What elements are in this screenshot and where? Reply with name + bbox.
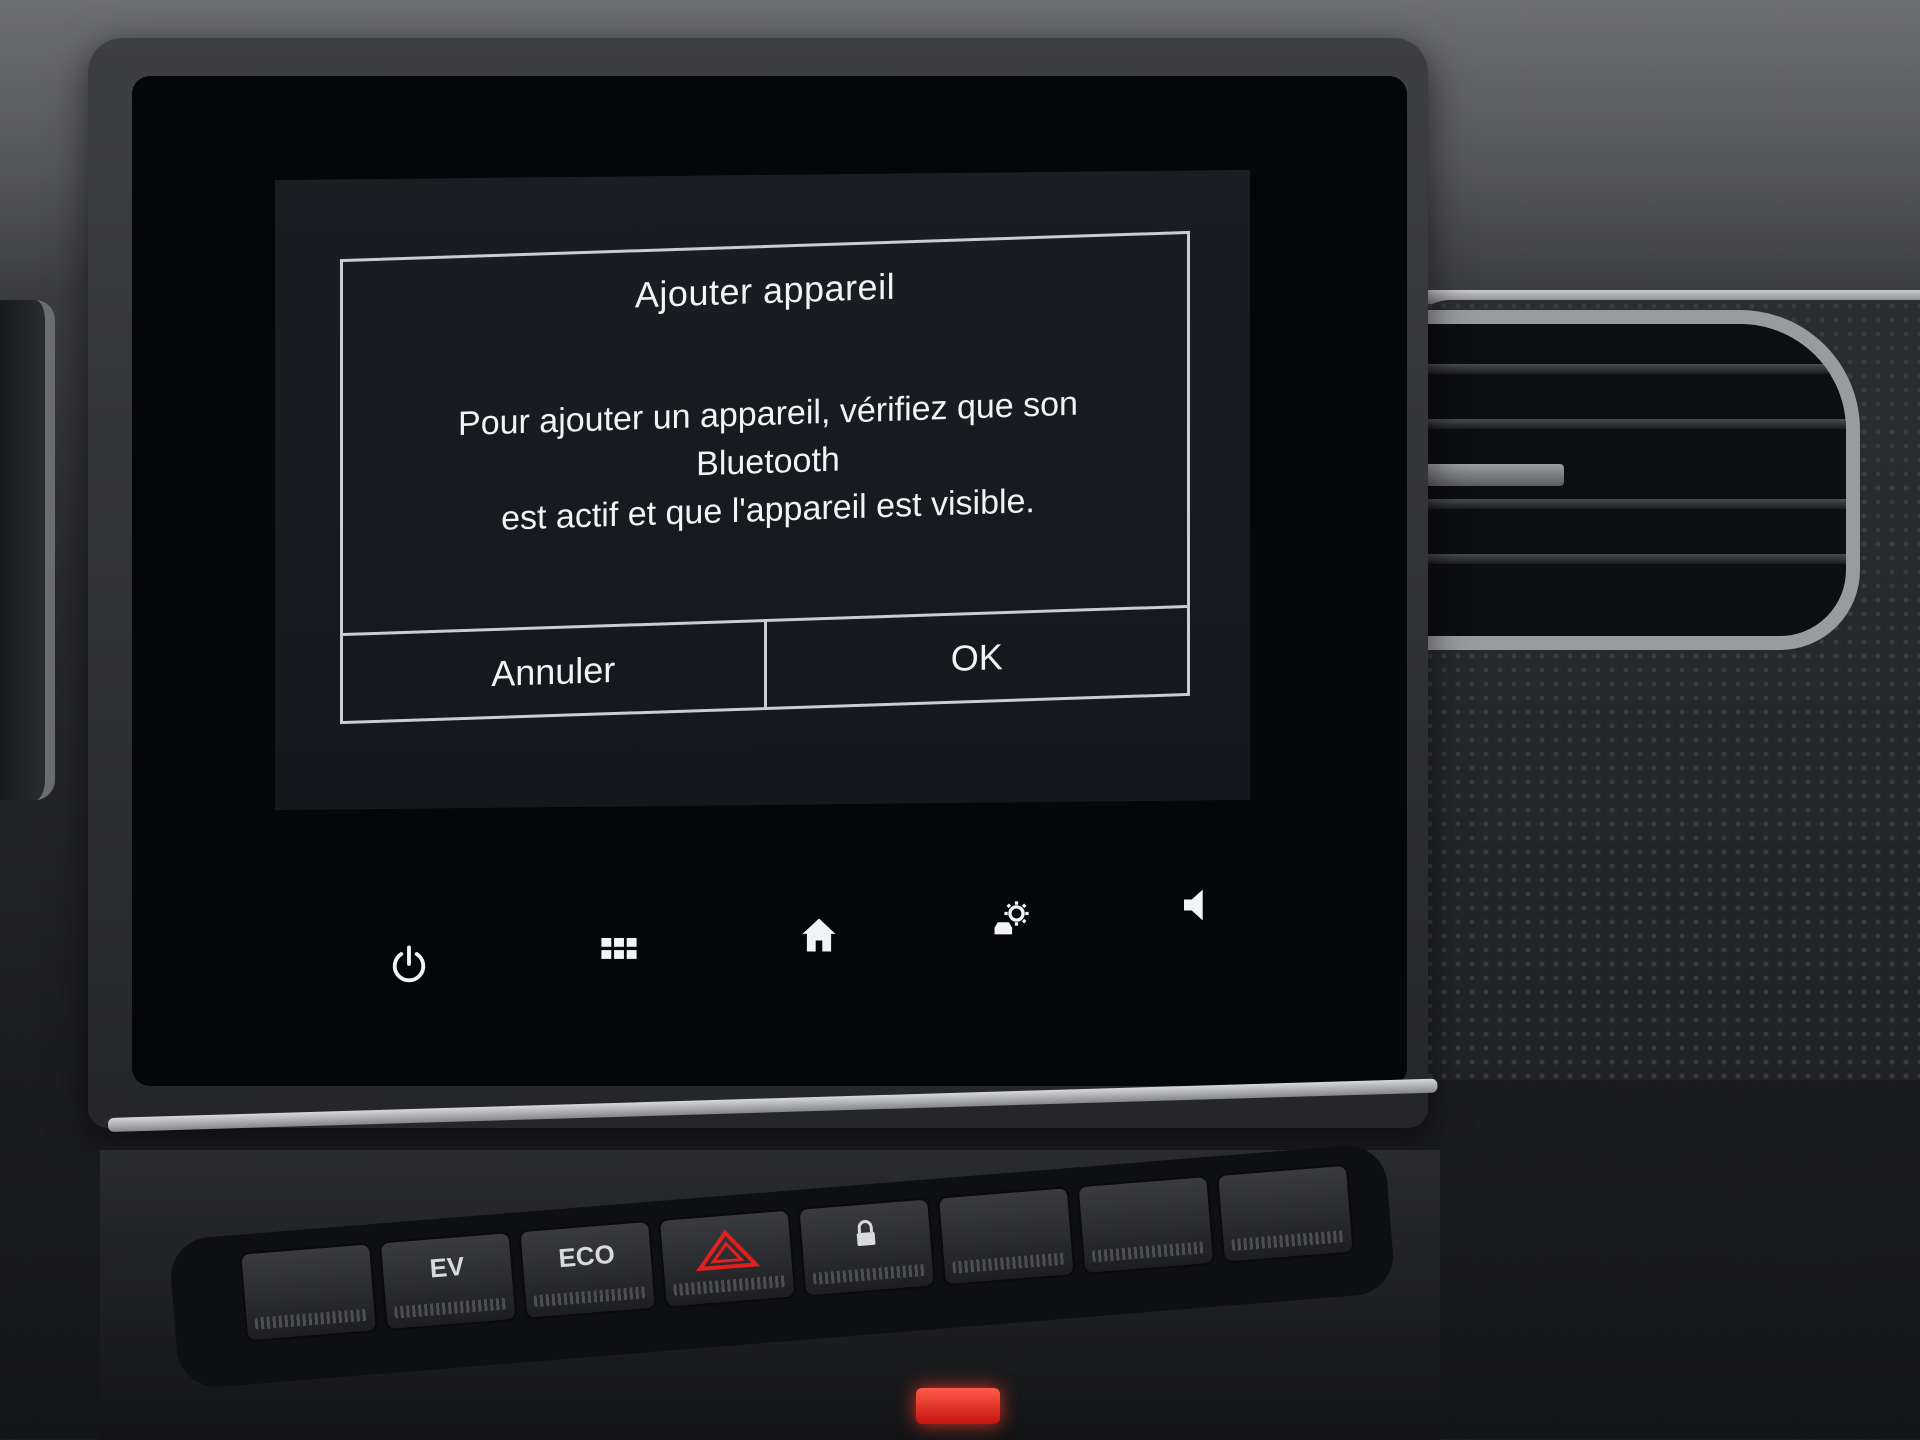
home-icon[interactable] bbox=[794, 910, 844, 960]
vent-slat bbox=[1394, 554, 1846, 564]
blank-switch[interactable] bbox=[936, 1186, 1076, 1287]
ev-mode-switch[interactable]: EV bbox=[378, 1230, 518, 1332]
lock-icon bbox=[856, 1220, 876, 1247]
switch-ribs bbox=[393, 1297, 507, 1319]
cancel-button[interactable]: Annuler bbox=[343, 622, 764, 721]
vent-slat bbox=[1394, 364, 1846, 374]
dialog-title: Ajouter appareil bbox=[634, 265, 896, 316]
switch-ribs bbox=[533, 1286, 647, 1308]
hazard-icon bbox=[695, 1229, 761, 1272]
switch-ribs bbox=[812, 1263, 926, 1285]
add-device-dialog: Ajouter appareil Pour ajouter un apparei… bbox=[340, 230, 1190, 725]
switch-ribs bbox=[254, 1308, 368, 1330]
vent-slat bbox=[1394, 499, 1846, 509]
switch-label: EV bbox=[428, 1250, 466, 1284]
car-settings-icon[interactable] bbox=[986, 894, 1036, 944]
switch-label: ECO bbox=[557, 1238, 616, 1274]
vent-adjuster-tab[interactable] bbox=[1424, 464, 1564, 486]
air-vent bbox=[1380, 310, 1860, 650]
blank-switch[interactable] bbox=[1216, 1163, 1355, 1264]
blank-switch[interactable] bbox=[239, 1242, 378, 1343]
switch-ribs bbox=[952, 1252, 1065, 1274]
vent-slat bbox=[1394, 419, 1846, 429]
dialog-message: Pour ajouter un appareil, vérifiez que s… bbox=[383, 377, 1153, 547]
left-air-vent bbox=[0, 300, 55, 800]
switch-ribs bbox=[1091, 1241, 1205, 1263]
volume-icon[interactable] bbox=[1170, 880, 1220, 930]
apps-grid-icon[interactable] bbox=[594, 924, 644, 974]
switch-ribs bbox=[1231, 1230, 1344, 1252]
eco-mode-switch[interactable]: ECO bbox=[518, 1219, 658, 1321]
blank-switch[interactable] bbox=[1076, 1174, 1216, 1276]
door-lock-switch[interactable] bbox=[797, 1197, 937, 1298]
red-indicator-light bbox=[916, 1388, 1000, 1424]
hazard-switch[interactable] bbox=[657, 1208, 797, 1309]
switch-ribs bbox=[673, 1275, 786, 1297]
power-icon[interactable] bbox=[384, 940, 434, 990]
ok-button[interactable]: OK bbox=[763, 608, 1187, 708]
